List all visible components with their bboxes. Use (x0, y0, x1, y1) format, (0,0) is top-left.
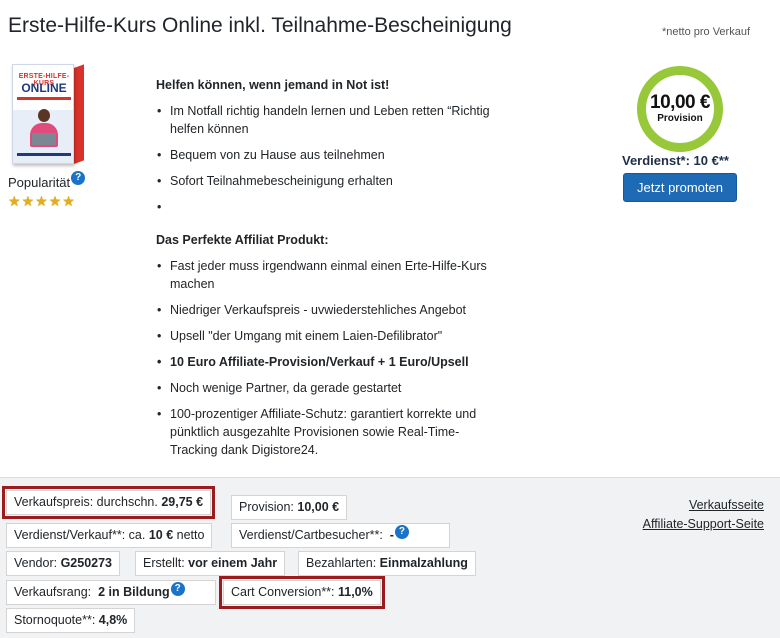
stat-value: 2 in Bildung (98, 585, 170, 599)
stat-label: Bezahlarten: (306, 556, 377, 570)
cart-conversion-stat: Cart Conversion**: 11,0% (219, 576, 385, 609)
affiliate-feature-list: Fast jeder muss irgendwann einmal einen … (156, 257, 501, 459)
list-item: 10 Euro Affiliate-Provision/Verkauf + 1 … (156, 353, 501, 371)
star-icon: ★ (35, 193, 48, 209)
box-title-main: ONLINE (21, 81, 67, 95)
box-front: ERSTE-HILFE-KURS ONLINE (12, 64, 74, 164)
product-box-image: ERSTE-HILFE-KURS ONLINE (12, 60, 84, 166)
product-description: Helfen können, wenn jemand in Not ist! I… (156, 76, 501, 467)
stat-label: Cart Conversion**: (231, 585, 335, 599)
sales-page-link[interactable]: Verkaufsseite (689, 498, 764, 512)
list-item: Sofort Teilnahmebescheinigung erhalten (156, 172, 501, 190)
help-icon[interactable]: ? (170, 581, 185, 596)
earnings-label: Verdienst*: 10 €** (622, 153, 729, 168)
stat-value: 10,00 € (297, 500, 340, 514)
stat-value: Einmalzahlung (379, 556, 468, 570)
list-item: Niedriger Verkaufspreis - uvwiederstehli… (156, 301, 501, 319)
commission-amount: 10,00 € (650, 92, 710, 113)
help-icon[interactable]: ? (71, 170, 86, 185)
earnings-per-sale-stat: Verdienst/Verkauf**: ca. 10 € netto (6, 523, 213, 548)
promote-button[interactable]: Jetzt promoten (623, 173, 737, 202)
description-heading: Helfen können, wenn jemand in Not ist! (156, 78, 390, 92)
product-title: Erste-Hilfe-Kurs Online inkl. Teilnahme-… (8, 14, 512, 37)
popularity: Popularität ? (8, 170, 86, 190)
cancellation-rate-stat: Stornoquote**: 4,8% (6, 608, 136, 633)
popularity-label: Popularität (8, 175, 71, 190)
list-item: 100-prozentiger Affiliate-Schutz: garant… (156, 405, 501, 459)
benefit-list: Im Notfall richtig handeln lernen und Le… (156, 102, 501, 216)
affiliate-support-link[interactable]: Affiliate-Support-Seite (643, 517, 764, 531)
list-item: Noch wenige Partner, da gerade gestartet (156, 379, 501, 397)
box-side (74, 64, 84, 164)
rating-stars: ★ ★ ★ ★ ★ (8, 194, 75, 208)
list-item: Im Notfall richtig handeln lernen und Le… (156, 102, 501, 138)
stat-value: 10 € (148, 528, 174, 542)
stat-label: Stornoquote**: (14, 613, 96, 627)
description-heading: Das Perfekte Affiliat Produkt: (156, 233, 329, 247)
stat-suffix: netto (176, 528, 205, 542)
list-item: Upsell "der Umgang mit einem Laien-Defil… (156, 327, 501, 345)
stat-label: Verdienst/Cartbesucher**: (239, 528, 383, 542)
stat-label: Erstellt: (143, 556, 185, 570)
stat-value: 11,0% (338, 585, 373, 599)
list-item: Bequem von zu Hause aus teilnehmen (156, 146, 501, 164)
stat-label: Provision: (239, 500, 294, 514)
vendor-stat: Vendor: G250273 (6, 551, 121, 576)
star-icon: ★ (48, 193, 62, 209)
star-icon: ★ (62, 193, 75, 209)
stat-value: G250273 (60, 556, 113, 570)
stat-value: 29,75 € (161, 495, 204, 509)
earnings-per-cart-visitor-stat: Verdienst/Cartbesucher**: -? (231, 523, 450, 548)
help-icon[interactable]: ? (394, 524, 409, 539)
created-stat: Erstellt: vor einem Jahr (135, 551, 286, 576)
provision-stat: Provision: 10,00 € (231, 495, 348, 520)
sales-rank-stat: Verkaufsrang: 2 in Bildung? (6, 580, 216, 605)
star-icon: ★ (8, 193, 21, 209)
stat-label: Verkaufsrang: (14, 585, 92, 599)
star-icon: ★ (21, 193, 35, 209)
stat-label: Vendor: (14, 556, 58, 570)
commission-badge: 10,00 € Provision (637, 66, 723, 152)
person-with-laptop-illustration (28, 109, 60, 147)
stat-value: - (389, 528, 394, 542)
list-item: Fast jeder muss irgendwann einmal einen … (156, 257, 501, 293)
netto-note: *netto pro Verkauf (661, 26, 750, 38)
stat-value: vor einem Jahr (188, 556, 278, 570)
sale-price-stat: Verkaufspreis: durchschn. 29,75 € (1, 486, 216, 519)
list-item (156, 198, 501, 216)
box-footer-stripe (17, 153, 71, 156)
stat-label: Verkaufspreis: durchschn. (14, 495, 158, 509)
payment-methods-stat: Bezahlarten: Einmalzahlung (298, 551, 476, 576)
commission-label: Provision (657, 113, 703, 124)
stats-panel: Verkaufspreis: durchschn. 29,75 € Provis… (0, 477, 780, 638)
stat-label: Verdienst/Verkauf**: ca. (14, 528, 146, 542)
stat-value: 4,8% (98, 613, 128, 627)
box-stripe (17, 97, 71, 100)
